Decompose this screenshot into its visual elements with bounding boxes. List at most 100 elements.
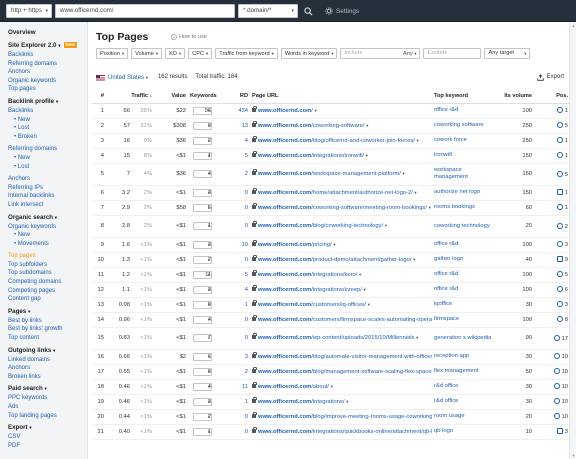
- keywords-dropdown[interactable]: 2: [193, 412, 213, 421]
- sidebar-item[interactable]: Top pages: [8, 252, 87, 261]
- sidebar-item[interactable]: Link intersect: [8, 201, 87, 210]
- page-url-link[interactable]: www.officernd.com/integrations/ironwifi/: [258, 153, 364, 159]
- sidebar-item[interactable]: Top pages: [8, 85, 87, 94]
- page-url-link[interactable]: www.officernd.com/integrations/ezeep/: [258, 287, 362, 293]
- sidebar-item[interactable]: Anchors: [8, 364, 87, 373]
- sidebar-item[interactable]: Top subfolders: [8, 261, 87, 270]
- rd-cell[interactable]: 0: [214, 252, 251, 268]
- keywords-dropdown[interactable]: 3: [193, 397, 213, 406]
- export-button[interactable]: Export: [536, 73, 564, 82]
- sidebar-item[interactable]: Competing pages: [8, 287, 87, 296]
- keywords-dropdown[interactable]: 3: [193, 240, 213, 249]
- chevron-down-icon[interactable]: ▾: [346, 399, 348, 404]
- sidebar-item[interactable]: Organic keywords: [8, 77, 87, 86]
- sidebar-item[interactable]: Best by links' growth: [8, 325, 87, 334]
- keywords-dropdown[interactable]: 9: [193, 121, 213, 130]
- sidebar-item[interactable]: Referring domains: [8, 60, 87, 69]
- sidebar-item[interactable]: • New: [8, 231, 87, 240]
- rd-cell[interactable]: 4: [214, 133, 251, 149]
- protocol-select[interactable]: http + https ▾: [6, 4, 52, 18]
- top-keyword-cell[interactable]: office r&d: [432, 103, 497, 119]
- sidebar-item[interactable]: • Movements: [8, 240, 87, 249]
- sidebar-item[interactable]: Referring domains: [8, 145, 87, 154]
- sidebar-item[interactable]: PDF: [8, 442, 87, 451]
- keywords-dropdown[interactable]: 4: [193, 382, 213, 391]
- keywords-dropdown[interactable]: 1: [193, 427, 213, 436]
- sidebar-item[interactable]: CSV: [8, 433, 87, 442]
- rd-cell[interactable]: 0: [214, 312, 251, 328]
- col-header-traffic[interactable]: Traffic ↆ: [106, 89, 155, 104]
- sidebar-section-title[interactable]: Overview: [8, 28, 87, 38]
- rd-cell[interactable]: 1: [214, 394, 251, 410]
- page-url-link[interactable]: www.officernd.com/blog/management-softwa…: [258, 369, 432, 375]
- chevron-down-icon[interactable]: ▾: [331, 384, 333, 389]
- sidebar-item[interactable]: • New: [8, 116, 87, 125]
- rd-cell[interactable]: 13: [214, 118, 251, 134]
- mode-select[interactable]: *.domain/* ▾: [238, 4, 298, 18]
- scroll-up-arrow[interactable]: ▲: [571, 23, 576, 28]
- keywords-dropdown[interactable]: 3: [193, 188, 213, 197]
- chevron-down-icon[interactable]: ▾: [429, 205, 431, 210]
- sidebar-section-title[interactable]: Organic search ▾: [8, 213, 87, 223]
- page-url-link[interactable]: www.officernd.com/integrations/: [258, 399, 344, 405]
- col-header-rd[interactable]: RD: [214, 89, 251, 104]
- top-keyword-cell[interactable]: authorize net logo: [432, 185, 497, 201]
- top-keyword-cell[interactable]: gather logo: [432, 252, 497, 268]
- rd-cell[interactable]: 434: [214, 103, 251, 119]
- page-url-link[interactable]: www.officernd.com/integrations/kero/: [258, 272, 357, 278]
- top-keyword-cell[interactable]: ironwifi: [432, 148, 497, 164]
- search-button[interactable]: [301, 4, 316, 18]
- sidebar-item[interactable]: Anchors: [8, 175, 87, 184]
- page-url-link[interactable]: www.officernd.com/integrations/quickbook…: [258, 429, 432, 435]
- col-header-value[interactable]: Value: [154, 89, 189, 104]
- sidebar-item[interactable]: • Lost: [8, 163, 87, 172]
- top-keyword-cell[interactable]: office r&d: [432, 267, 497, 283]
- page-url-link[interactable]: www.officernd.com/wp-content/uploads/201…: [258, 335, 414, 341]
- words-in-keyword-filter[interactable]: Words in keyword ▾: [280, 48, 338, 59]
- page-url-link[interactable]: www.officernd.com/blog/coworking-technol…: [258, 223, 383, 229]
- sidebar-item[interactable]: • New: [8, 154, 87, 163]
- chevron-down-icon[interactable]: ▾: [368, 302, 370, 307]
- top-keyword-cell[interactable]: office r&d: [432, 237, 497, 253]
- sidebar-section-title[interactable]: Paid search ▾: [8, 384, 87, 394]
- country-select[interactable]: United States ▾: [108, 73, 148, 83]
- sidebar-item[interactable]: • Lost: [8, 124, 87, 133]
- chevron-down-icon[interactable]: ▾: [366, 153, 368, 158]
- top-keyword-cell[interactable]: qb logo: [432, 424, 497, 440]
- sidebar-item[interactable]: Ads: [8, 403, 87, 412]
- keywords-dropdown[interactable]: 96: [193, 106, 213, 115]
- sidebar-item[interactable]: Anchors: [8, 68, 87, 77]
- chevron-down-icon[interactable]: ▾: [402, 171, 404, 176]
- chevron-down-icon[interactable]: ▾: [385, 223, 387, 228]
- rd-cell[interactable]: 2: [214, 163, 251, 186]
- top-keyword-cell[interactable]: generation x wikipedia: [432, 327, 497, 350]
- sidebar-item[interactable]: • Broken: [8, 133, 87, 142]
- rd-cell[interactable]: 5: [214, 148, 251, 164]
- rd-cell[interactable]: 0: [214, 215, 251, 238]
- rd-cell[interactable]: 4: [214, 282, 251, 298]
- traffic-from-keyword-filter[interactable]: Traffic from keyword ▾: [215, 48, 278, 59]
- scroll-down-arrow[interactable]: ▼: [571, 453, 576, 458]
- top-keyword-cell[interactable]: cowork force: [432, 133, 497, 149]
- sidebar-section-title[interactable]: Pages ▾: [8, 307, 87, 317]
- chevron-down-icon[interactable]: ▾: [333, 242, 335, 247]
- rd-cell[interactable]: 0: [214, 409, 251, 425]
- col-header-volume[interactable]: Its volume: [496, 89, 535, 104]
- page-url-link[interactable]: www.officernd.com/blog/officernd-and-cow…: [258, 138, 415, 144]
- kd-filter[interactable]: KD ▾: [165, 48, 186, 59]
- include-any-select[interactable]: Any ▾: [403, 49, 416, 59]
- cpc-filter[interactable]: CPC ▾: [188, 48, 213, 59]
- any-target-select[interactable]: Any target ▾: [484, 48, 531, 59]
- keywords-dropdown[interactable]: 6: [193, 352, 213, 361]
- chevron-down-icon[interactable]: ▾: [366, 123, 368, 128]
- top-keyword-cell[interactable]: r&d office: [432, 379, 497, 395]
- page-url-link[interactable]: www.officernd.com/coworking-software/: [258, 123, 364, 129]
- sidebar-section-title[interactable]: Export ▾: [8, 423, 87, 433]
- page-url-link[interactable]: www.officernd.com/customers/firmspace-sc…: [258, 317, 432, 323]
- page-url-link[interactable]: www.officernd.com/about/: [258, 384, 329, 390]
- sidebar-item[interactable]: Organic keywords: [8, 223, 87, 232]
- page-url-link[interactable]: www.officernd.com/blog/automate-visitor-…: [258, 354, 432, 360]
- sidebar-item[interactable]: Linked domains: [8, 356, 87, 365]
- sidebar-item[interactable]: Referring IPs: [8, 184, 87, 193]
- page-url-link[interactable]: www.officernd.com/blog/improve-meeting-r…: [258, 414, 432, 420]
